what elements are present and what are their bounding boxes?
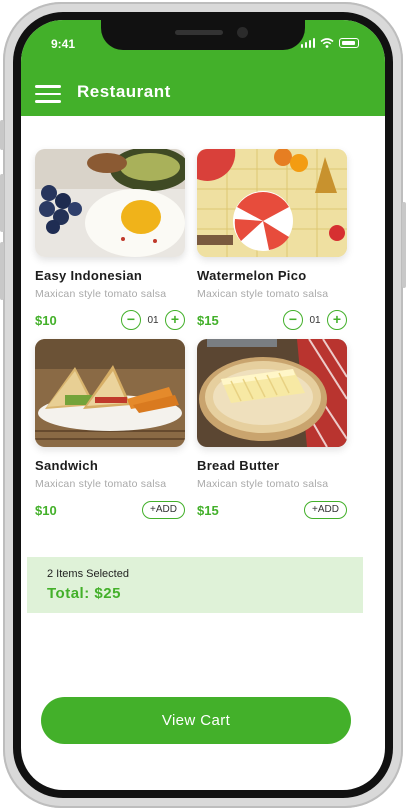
minus-icon[interactable]: −: [121, 310, 141, 330]
item-name: Bread Butter: [197, 458, 280, 473]
item-price: $15: [197, 312, 219, 328]
menu-item-card[interactable]: Easy Indonesian Maxican style tomato sal…: [35, 149, 185, 331]
camera-icon: [237, 27, 248, 38]
plus-icon[interactable]: +: [327, 310, 347, 330]
hamburger-menu-icon[interactable]: [35, 85, 61, 108]
signal-icon: [300, 38, 315, 48]
menu-item-card[interactable]: Bread Butter Maxican style tomato salsa …: [197, 339, 347, 521]
order-summary: 2 Items Selected Total: $25: [27, 557, 363, 613]
item-price: $10: [35, 312, 57, 328]
add-button[interactable]: +ADD: [142, 501, 185, 519]
food-image: [197, 149, 347, 257]
plus-icon[interactable]: +: [165, 310, 185, 330]
phone-bezel: 9:41 Restaurant Easy Indonesian Maxican …: [13, 12, 393, 798]
item-name: Sandwich: [35, 458, 99, 473]
food-image: [35, 339, 185, 447]
item-price: $10: [35, 502, 57, 518]
page-title: Restaurant: [77, 82, 171, 101]
food-image: [197, 339, 347, 447]
add-button[interactable]: +ADD: [304, 501, 347, 519]
battery-icon: [339, 38, 359, 48]
item-description: Maxican style tomato salsa: [197, 288, 329, 300]
quantity-value: 01: [147, 314, 159, 326]
phone-notch: [101, 20, 305, 50]
item-name: Watermelon Pico: [197, 268, 307, 283]
items-selected-count: 2 Items Selected: [47, 568, 129, 580]
status-time: 9:41: [51, 37, 76, 51]
quantity-value: 01: [309, 314, 321, 326]
item-description: Maxican style tomato salsa: [197, 478, 329, 490]
item-price: $15: [197, 502, 219, 518]
view-cart-button[interactable]: View Cart: [41, 697, 351, 744]
minus-icon[interactable]: −: [283, 310, 303, 330]
quantity-stepper: − 01 +: [283, 310, 347, 330]
item-description: Maxican style tomato salsa: [35, 478, 167, 490]
quantity-stepper: − 01 +: [121, 310, 185, 330]
status-icons: [300, 38, 359, 48]
food-image: [35, 149, 185, 257]
phone-frame: 9:41 Restaurant Easy Indonesian Maxican …: [0, 2, 406, 808]
menu-item-card[interactable]: Sandwich Maxican style tomato salsa $10 …: [35, 339, 185, 521]
app-screen: 9:41 Restaurant Easy Indonesian Maxican …: [21, 20, 385, 790]
item-description: Maxican style tomato salsa: [35, 288, 167, 300]
item-name: Easy Indonesian: [35, 268, 143, 283]
menu-item-card[interactable]: Watermelon Pico Maxican style tomato sal…: [197, 149, 347, 331]
order-total: Total: $25: [47, 585, 121, 602]
wifi-icon: [320, 38, 334, 48]
